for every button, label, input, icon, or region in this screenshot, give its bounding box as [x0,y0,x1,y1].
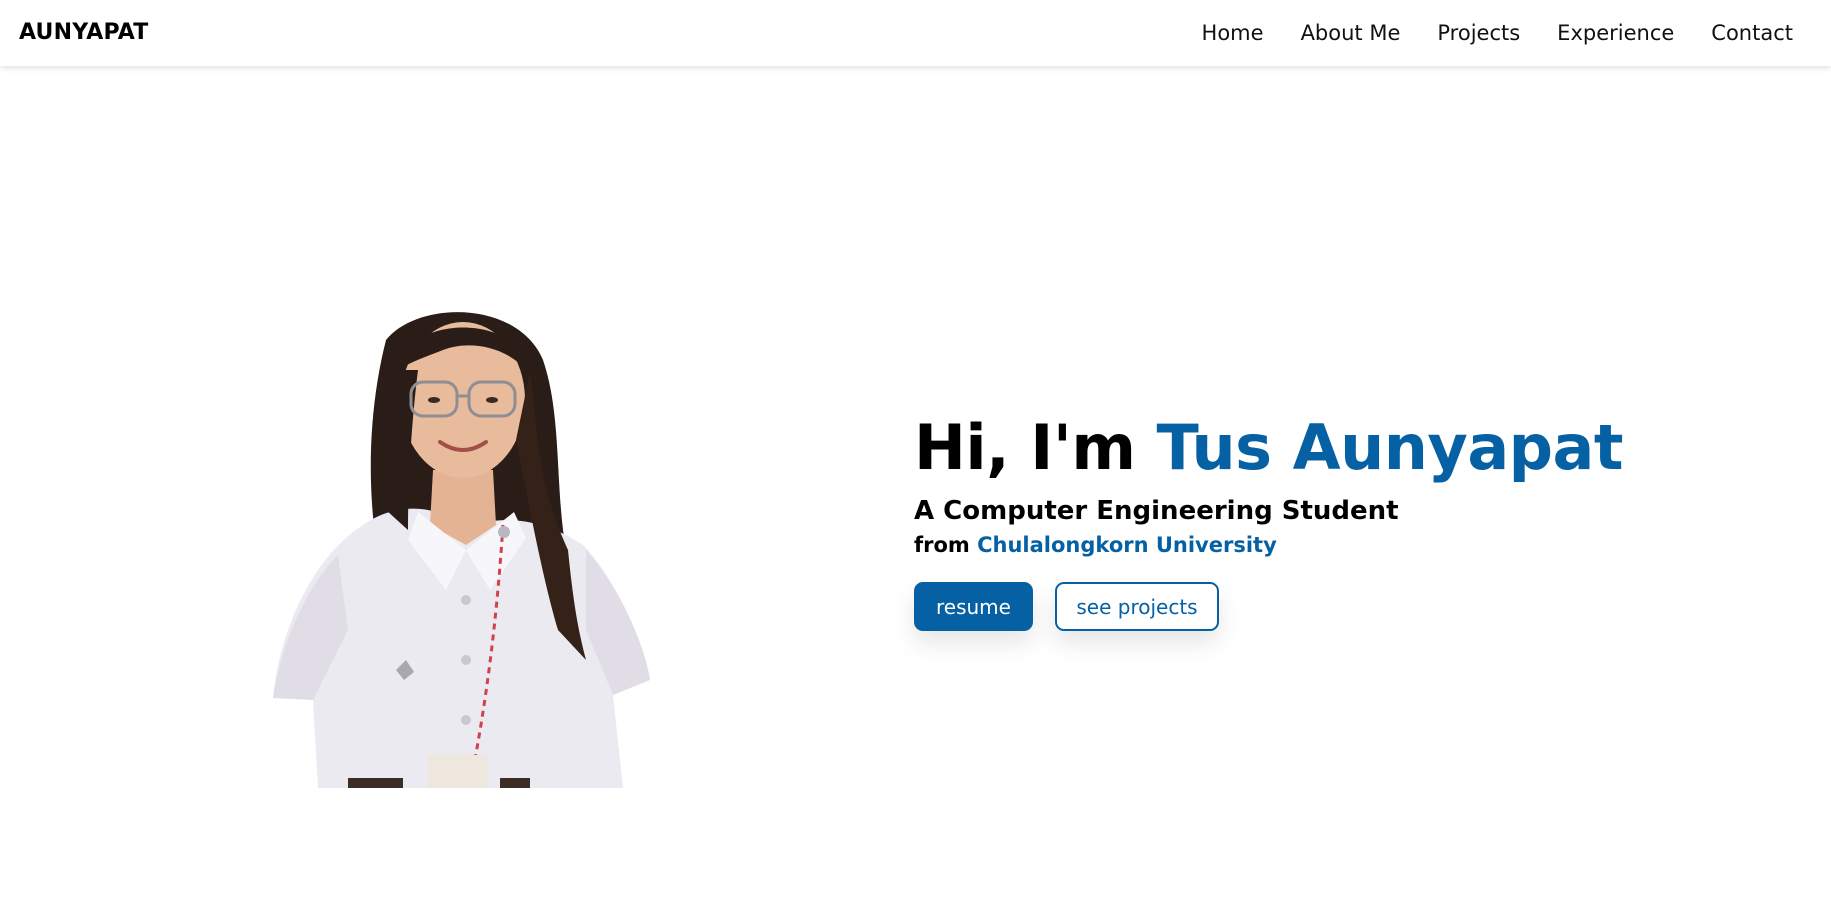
hero-buttons: resume see projects [914,582,1623,631]
hero-section: Hi, I'm Tus Aunyapat A Computer Engineer… [914,406,1624,631]
nav-link-home[interactable]: Home [1202,21,1264,45]
profile-photo [268,300,660,788]
hero-name: Tus Aunyapat [1156,411,1624,484]
nav-link-projects[interactable]: Projects [1437,21,1520,45]
university-name: Chulalongkorn University [977,533,1277,557]
navbar: AUNYAPAT Home About Me Projects Experien… [0,0,1831,66]
see-projects-button[interactable]: see projects [1055,582,1219,631]
site-logo[interactable]: AUNYAPAT [19,20,149,45]
nav-menu: Home About Me Projects Experience Contac… [1202,0,1793,66]
hero-heading: Hi, I'm Tus Aunyapat [914,406,1624,490]
hero-subtitle: A Computer Engineering Student [914,496,1399,526]
nav-link-about-me[interactable]: About Me [1301,21,1401,45]
resume-button[interactable]: resume [914,582,1033,631]
university-line: from Chulalongkorn University [914,530,1623,560]
nav-link-contact[interactable]: Contact [1711,21,1793,45]
greeting-text: Hi, I'm [914,411,1157,484]
from-text: from [914,533,978,557]
nav-link-experience[interactable]: Experience [1557,21,1674,45]
